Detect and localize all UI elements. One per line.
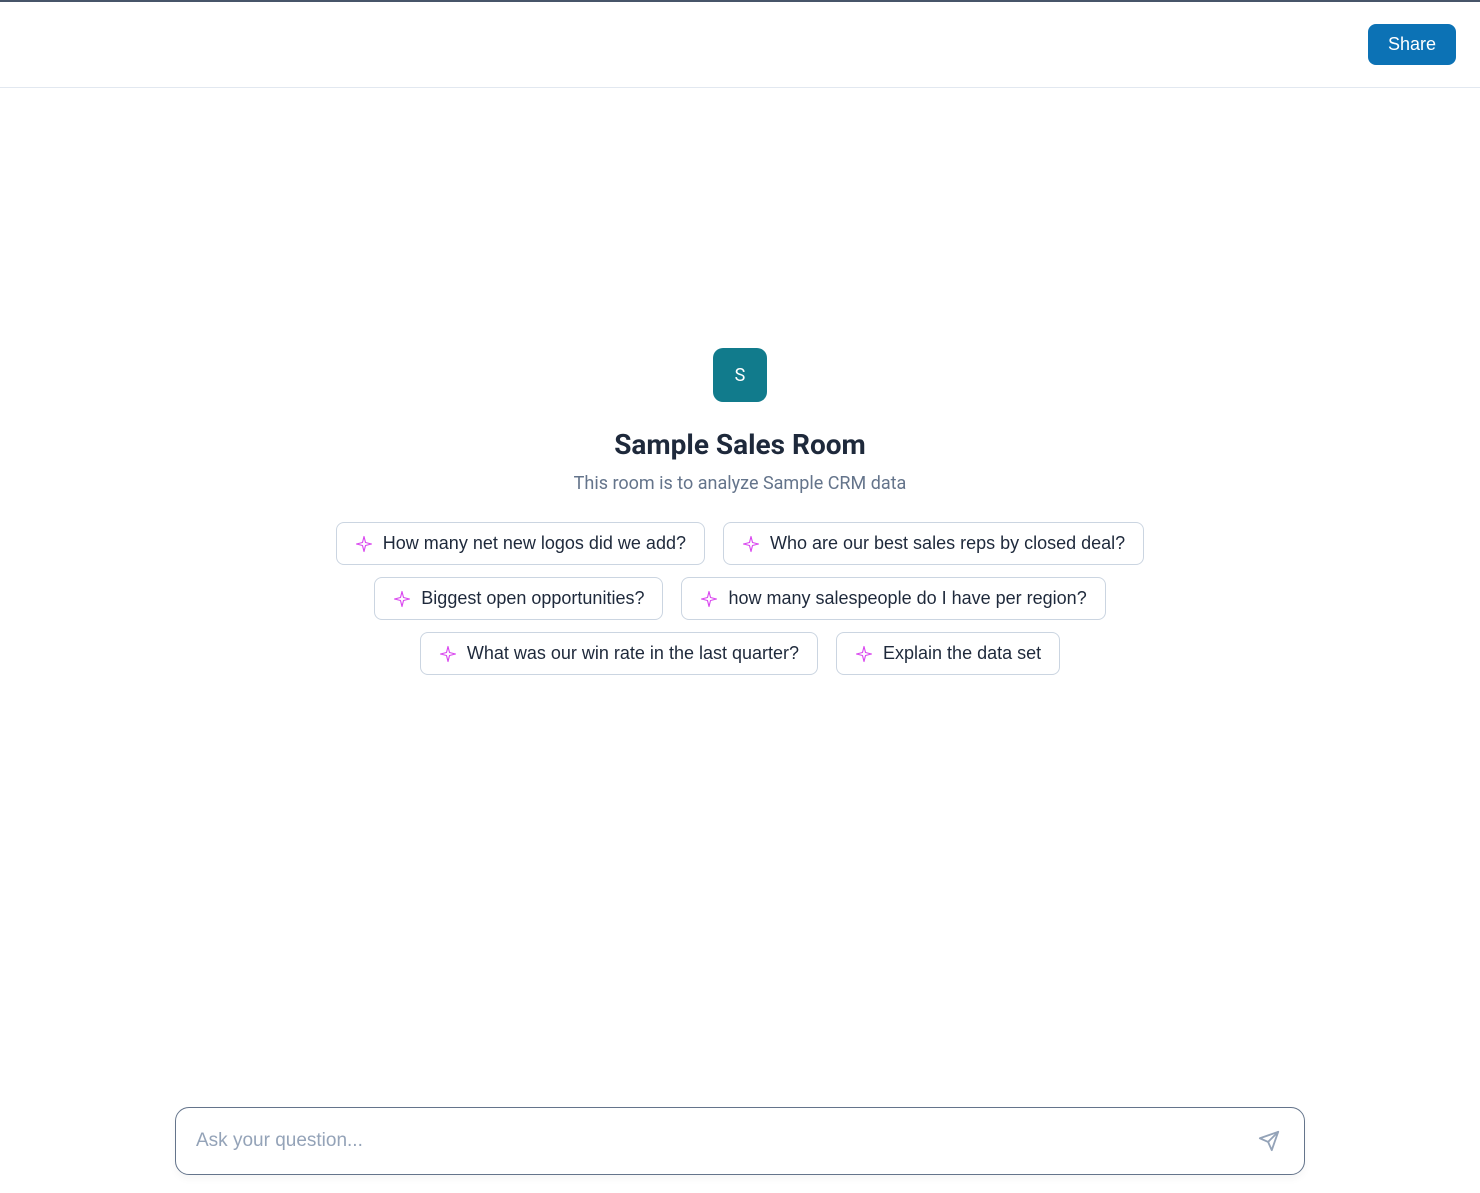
suggestion-chip[interactable]: Who are our best sales reps by closed de… (723, 522, 1144, 565)
sparkle-icon (393, 590, 411, 608)
suggestion-label: how many salespeople do I have per regio… (728, 588, 1086, 609)
sparkle-icon (439, 645, 457, 663)
suggestion-label: What was our win rate in the last quarte… (467, 643, 799, 664)
share-button[interactable]: Share (1368, 24, 1456, 65)
room-avatar: S (713, 348, 767, 402)
suggestion-chip[interactable]: What was our win rate in the last quarte… (420, 632, 818, 675)
suggestion-chip[interactable]: Biggest open opportunities? (374, 577, 663, 620)
send-icon (1258, 1130, 1280, 1152)
chat-input-box[interactable] (175, 1107, 1305, 1175)
chat-input[interactable] (196, 1130, 1254, 1152)
suggestion-label: Explain the data set (883, 643, 1041, 664)
suggestion-chip[interactable]: Explain the data set (836, 632, 1060, 675)
main-content: S Sample Sales Room This room is to anal… (0, 88, 1480, 1193)
sparkle-icon (855, 645, 873, 663)
send-button[interactable] (1254, 1126, 1284, 1156)
suggestion-chip[interactable]: how many salespeople do I have per regio… (681, 577, 1105, 620)
room-hero: S Sample Sales Room This room is to anal… (574, 348, 907, 494)
sparkle-icon (355, 535, 373, 553)
avatar-letter: S (735, 365, 746, 386)
suggestions-container: How many net new logos did we add? Who a… (280, 522, 1200, 675)
sparkle-icon (742, 535, 760, 553)
suggestion-label: Biggest open opportunities? (421, 588, 644, 609)
suggestion-label: How many net new logos did we add? (383, 533, 686, 554)
suggestion-chip[interactable]: How many net new logos did we add? (336, 522, 705, 565)
chat-input-wrapper (175, 1107, 1305, 1175)
room-description: This room is to analyze Sample CRM data (574, 473, 907, 494)
room-title: Sample Sales Room (614, 428, 866, 461)
sparkle-icon (700, 590, 718, 608)
header: Share (0, 2, 1480, 88)
suggestion-label: Who are our best sales reps by closed de… (770, 533, 1125, 554)
